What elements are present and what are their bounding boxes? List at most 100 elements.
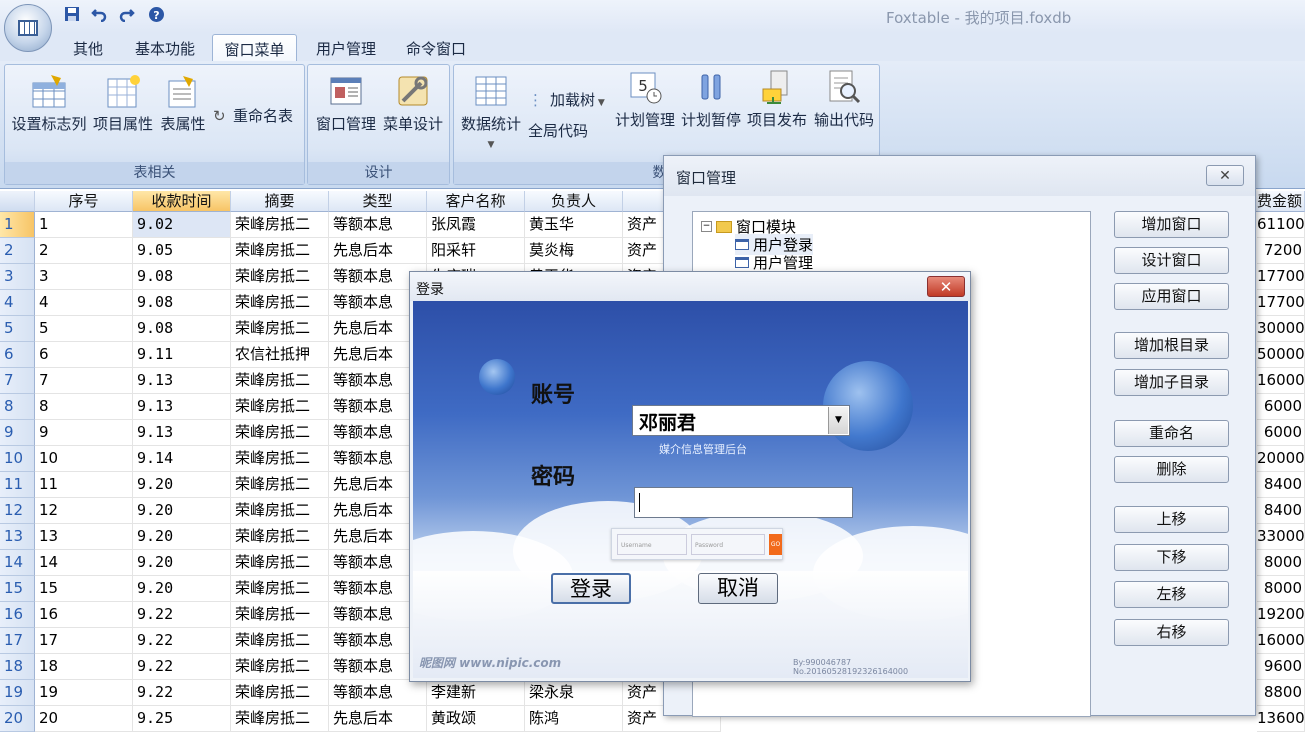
cell-owner[interactable]: 黄玉华 (525, 212, 623, 238)
cell-seq[interactable]: 5 (35, 316, 133, 342)
cell-type[interactable]: 先息后本 (329, 238, 427, 264)
cell-client[interactable]: 阳采轩 (427, 238, 525, 264)
cell-summary[interactable]: 荣峰房抵二 (231, 654, 329, 680)
grid-corner[interactable] (0, 191, 35, 212)
cell-owner[interactable]: 陈鸿 (525, 706, 623, 732)
cell-summary[interactable]: 荣峰房抵二 (231, 576, 329, 602)
add-window-button[interactable]: 增加窗口 (1114, 211, 1229, 238)
chevron-down-icon[interactable]: ▼ (828, 407, 848, 434)
cell-client[interactable]: 张凤霞 (427, 212, 525, 238)
cell-time[interactable]: 9.13 (133, 420, 231, 446)
row-number[interactable]: 5 (0, 316, 35, 342)
row-number[interactable]: 8 (0, 394, 35, 420)
cell-amount[interactable]: 30000 (1257, 316, 1305, 342)
cell-summary[interactable]: 荣峰房抵二 (231, 550, 329, 576)
cell-seq[interactable]: 1 (35, 212, 133, 238)
export-code-button[interactable]: 输出代码 (812, 69, 876, 130)
help-icon[interactable]: ? (147, 5, 165, 23)
schedule-manage-button[interactable]: 5 计划管理 (614, 69, 676, 130)
design-window-button[interactable]: 设计窗口 (1114, 247, 1229, 274)
col-header-client[interactable]: 客户名称 (427, 191, 525, 212)
cell-time[interactable]: 9.13 (133, 394, 231, 420)
tab-user-mgmt[interactable]: 用户管理 (305, 34, 387, 61)
row-number[interactable]: 13 (0, 524, 35, 550)
rename-table-button[interactable]: ↻ 重命名表 (213, 105, 303, 126)
cell-amount[interactable]: 16000 (1257, 368, 1305, 394)
cell-seq[interactable]: 14 (35, 550, 133, 576)
cell-seq[interactable]: 20 (35, 706, 133, 732)
cell-client[interactable]: 黄政颂 (427, 706, 525, 732)
tab-command-window[interactable]: 命令窗口 (395, 34, 477, 61)
cell-type[interactable]: 先息后本 (329, 706, 427, 732)
cell-amount[interactable]: 7200 (1257, 238, 1305, 264)
cell-seq[interactable]: 15 (35, 576, 133, 602)
cell-type[interactable]: 等额本息 (329, 212, 427, 238)
cell-amount[interactable]: 61100 (1257, 212, 1305, 238)
cell-summary[interactable]: 荣峰房抵二 (231, 394, 329, 420)
cell-time[interactable]: 9.08 (133, 316, 231, 342)
col-header-time[interactable]: 收款时间 (133, 191, 231, 212)
move-left-button[interactable]: 左移 (1114, 581, 1229, 608)
cell-time[interactable]: 9.13 (133, 368, 231, 394)
cell-amount[interactable]: 20000 (1257, 446, 1305, 472)
cell-time[interactable]: 9.14 (133, 446, 231, 472)
tab-other[interactable]: 其他 (63, 34, 113, 61)
cell-summary[interactable]: 荣峰房抵二 (231, 212, 329, 238)
move-up-button[interactable]: 上移 (1114, 506, 1229, 533)
cancel-button[interactable]: 取消 (698, 573, 778, 604)
menu-design-button[interactable]: 菜单设计 (380, 73, 446, 134)
row-number[interactable]: 10 (0, 446, 35, 472)
cell-time[interactable]: 9.22 (133, 680, 231, 706)
password-input[interactable] (634, 487, 853, 518)
cell-amount[interactable]: 33000 (1257, 524, 1305, 550)
row-number[interactable]: 11 (0, 472, 35, 498)
redo-icon[interactable] (118, 5, 136, 23)
cell-amount[interactable]: 8400 (1257, 472, 1305, 498)
project-properties-button[interactable]: 项目属性 (91, 73, 155, 134)
cell-time[interactable]: 9.22 (133, 628, 231, 654)
col-header-type[interactable]: 类型 (329, 191, 427, 212)
cell-summary[interactable]: 荣峰房抵二 (231, 290, 329, 316)
cell-amount[interactable]: 8400 (1257, 498, 1305, 524)
row-number[interactable]: 14 (0, 550, 35, 576)
account-select[interactable]: 邓丽君 ▼ (632, 405, 850, 436)
cell-seq[interactable]: 4 (35, 290, 133, 316)
cell-summary[interactable]: 荣峰房抵二 (231, 680, 329, 706)
delete-button[interactable]: 删除 (1114, 456, 1229, 483)
application-menu-button[interactable] (4, 4, 52, 52)
cell-summary[interactable]: 荣峰房抵一 (231, 602, 329, 628)
undo-icon[interactable] (90, 5, 108, 23)
cell-time[interactable]: 9.08 (133, 290, 231, 316)
cell-time[interactable]: 9.02 (133, 212, 231, 238)
login-button[interactable]: 登录 (551, 573, 631, 604)
cell-type[interactable]: 等额本息 (329, 680, 427, 706)
window-manage-button[interactable]: 窗口管理 (314, 73, 378, 134)
cell-amount[interactable]: 50000 (1257, 342, 1305, 368)
tab-window-menu[interactable]: 窗口菜单 (212, 34, 297, 61)
cell-time[interactable]: 9.08 (133, 264, 231, 290)
collapse-icon[interactable]: − (701, 221, 712, 232)
cell-time[interactable]: 9.20 (133, 576, 231, 602)
add-root-dir-button[interactable]: 增加根目录 (1114, 332, 1229, 359)
cell-amount[interactable]: 13600 (1257, 706, 1305, 732)
cell-amount[interactable]: 17700 (1257, 290, 1305, 316)
project-publish-button[interactable]: 项目发布 (746, 69, 808, 130)
data-stats-button[interactable]: 数据统计 ▼ (458, 73, 524, 150)
cell-summary[interactable]: 荣峰房抵二 (231, 264, 329, 290)
cell-owner[interactable]: 莫炎梅 (525, 238, 623, 264)
cell-time[interactable]: 9.11 (133, 342, 231, 368)
cell-time[interactable]: 9.05 (133, 238, 231, 264)
cell-summary[interactable]: 荣峰房抵二 (231, 628, 329, 654)
save-icon[interactable] (63, 5, 81, 23)
cell-amount[interactable]: 8000 (1257, 550, 1305, 576)
cell-amount[interactable]: 19200 (1257, 602, 1305, 628)
cell-seq[interactable]: 9 (35, 420, 133, 446)
cell-time[interactable]: 9.20 (133, 498, 231, 524)
cell-seq[interactable]: 17 (35, 628, 133, 654)
cell-seq[interactable]: 2 (35, 238, 133, 264)
move-right-button[interactable]: 右移 (1114, 619, 1229, 646)
cell-time[interactable]: 9.22 (133, 602, 231, 628)
cell-seq[interactable]: 3 (35, 264, 133, 290)
cell-summary[interactable]: 荣峰房抵二 (231, 446, 329, 472)
row-number[interactable]: 15 (0, 576, 35, 602)
